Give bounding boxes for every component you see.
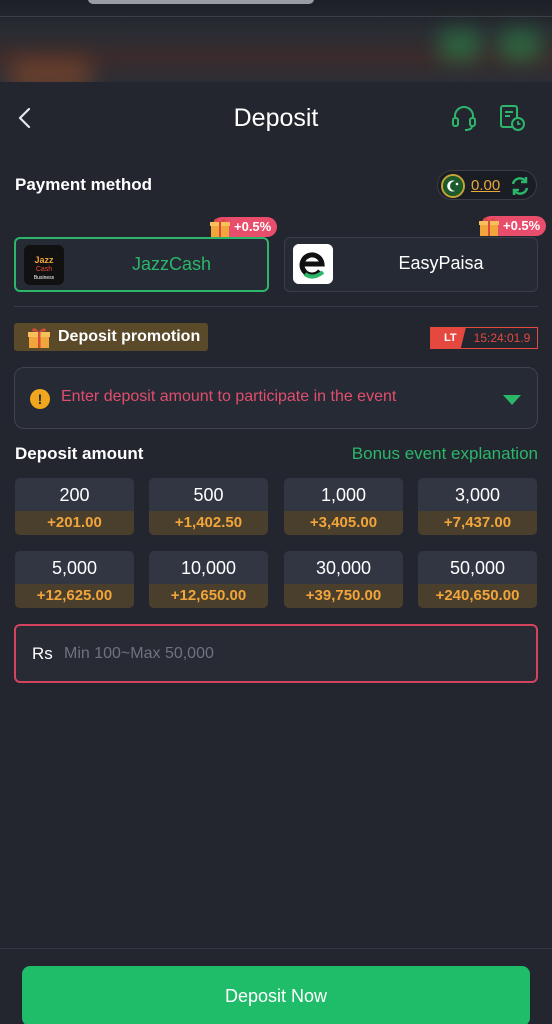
payment-method-label: Payment method [15, 175, 152, 194]
headset-support-icon[interactable] [450, 104, 478, 132]
deposit-promotion-badge: Deposit promotion [14, 323, 209, 351]
easypaisa-logo-icon [293, 244, 333, 284]
amount-bonus: +12,650.00 [149, 584, 268, 608]
balance-value: 0.00 [471, 177, 501, 194]
pakistan-flag-icon [441, 174, 465, 198]
svg-text:Jazz: Jazz [34, 255, 54, 265]
deposit-sheet: Deposit Payment method 0.00 Jazz Cash Busi… [0, 82, 552, 1024]
jazzcash-logo-icon: JazzCash Business [24, 245, 64, 285]
amount-value: 3,000 [454, 485, 501, 505]
amount-option-30000[interactable]: 30,000 +39,750.00 [284, 551, 403, 608]
jazzcash-label: JazzCash [131, 254, 212, 274]
bonus-badge: +0.5% [210, 217, 278, 237]
balance-pill: 0.00 [437, 170, 537, 200]
amount-value: 500 [193, 485, 224, 505]
event-message: Enter deposit amount to participate in t… [61, 388, 397, 405]
amount-value: 5,000 [51, 558, 98, 578]
bonus-badge-text: +0.5% [503, 218, 541, 233]
warning-icon: ! [30, 389, 50, 409]
amount-option-3000[interactable]: 3,000 +7,437.00 [418, 478, 537, 535]
caret-down-icon[interactable] [503, 395, 521, 405]
amount-input-box[interactable]: Rs [14, 624, 538, 683]
timer-value: 15:24:01.9 [460, 327, 538, 349]
amount-option-200[interactable]: 200 +201.00 [15, 478, 134, 535]
easypaisa-label: EasyPaisa [398, 253, 484, 273]
timer-badge: LT [444, 332, 457, 344]
footer: Deposit Now [0, 948, 552, 1024]
amount-value: 200 [59, 485, 90, 505]
amount-option-500[interactable]: 500 +1,402.50 [149, 478, 268, 535]
deposit-promotion-label: Deposit promotion [58, 328, 201, 345]
amount-bonus: +12,625.00 [15, 584, 134, 608]
amount-option-1000[interactable]: 1,000 +3,405.00 [284, 478, 403, 535]
svg-text:Business: Business [34, 275, 55, 281]
sheet-handle[interactable] [88, 0, 314, 4]
amount-bonus: +201.00 [15, 511, 134, 535]
currency-label: Rs [32, 644, 53, 663]
bonus-badge-text: +0.5% [234, 219, 272, 234]
background-app-blur [0, 0, 552, 82]
refresh-icon[interactable] [508, 174, 532, 198]
gift-icon [28, 328, 50, 348]
amount-bonus: +1,402.50 [149, 511, 268, 535]
payment-option-jazzcash[interactable]: Jazz Cash Business JazzCash +0.5% [14, 217, 278, 292]
deposit-amount-label: Deposit amount [15, 444, 144, 463]
bonus-event-explanation-link[interactable]: Bonus event explanation [352, 444, 538, 464]
amount-bonus: +39,750.00 [284, 584, 403, 608]
header: Deposit [0, 82, 552, 154]
lightning-icon: LT [430, 327, 466, 349]
amount-value: 10,000 [180, 558, 237, 578]
amount-bonus: +240,650.00 [418, 584, 537, 608]
amount-value: 50,000 [449, 558, 506, 578]
event-dropdown[interactable]: ! Enter deposit amount to participate in… [14, 367, 538, 429]
payment-option-easypaisa[interactable]: EasyPaisa +0.5% [284, 216, 547, 292]
divider [14, 306, 538, 307]
deposit-history-icon[interactable] [498, 104, 526, 132]
bonus-badge: +0.5% [479, 216, 547, 236]
gift-icon [479, 217, 499, 236]
promotion-timer: 15:24:01.9 LT [430, 327, 538, 349]
amount-bonus: +7,437.00 [418, 511, 537, 535]
svg-text:Cash: Cash [36, 266, 52, 273]
amount-bonus: +3,405.00 [284, 511, 403, 535]
gift-icon [210, 218, 230, 237]
amount-input[interactable] [64, 640, 504, 668]
amount-option-5000[interactable]: 5,000 +12,625.00 [15, 551, 134, 608]
deposit-page: Deposit Payment method 0.00 Jazz Cash Busi… [0, 0, 552, 1024]
amount-value: 1,000 [320, 485, 367, 505]
deposit-now-button[interactable]: Deposit Now [22, 966, 530, 1024]
amount-option-50000[interactable]: 50,000 +240,650.00 [418, 551, 537, 608]
amount-value: 30,000 [315, 558, 372, 578]
amount-option-10000[interactable]: 10,000 +12,650.00 [149, 551, 268, 608]
